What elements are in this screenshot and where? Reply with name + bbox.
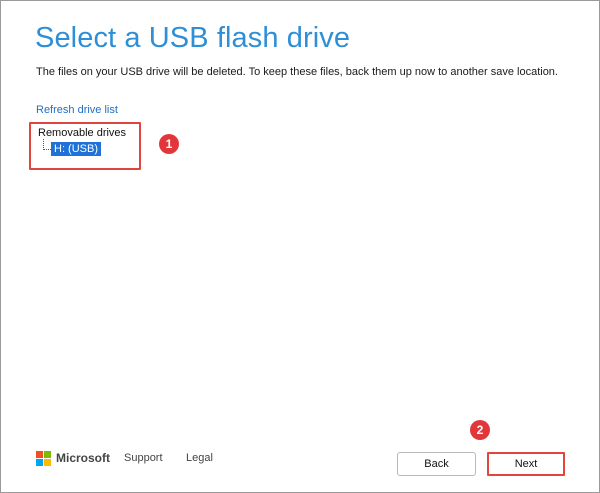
step-badge-2: 2	[470, 420, 490, 440]
microsoft-logo-icon	[36, 451, 52, 467]
refresh-drive-list-link[interactable]: Refresh drive list	[36, 104, 118, 116]
tree-connector	[43, 139, 51, 150]
page-title: Select a USB flash drive	[35, 22, 351, 54]
step-badge-1: 1	[159, 134, 179, 154]
microsoft-brand-text: Microsoft	[56, 451, 110, 465]
support-link[interactable]: Support	[124, 452, 163, 464]
drive-item-h-usb[interactable]: H: (USB)	[51, 142, 101, 156]
page-subtitle: The files on your USB drive will be dele…	[36, 66, 558, 78]
next-button[interactable]: Next	[487, 452, 565, 476]
legal-link[interactable]: Legal	[186, 452, 213, 464]
back-button[interactable]: Back	[397, 452, 476, 476]
removable-drives-group[interactable]: Removable drives	[38, 127, 126, 139]
